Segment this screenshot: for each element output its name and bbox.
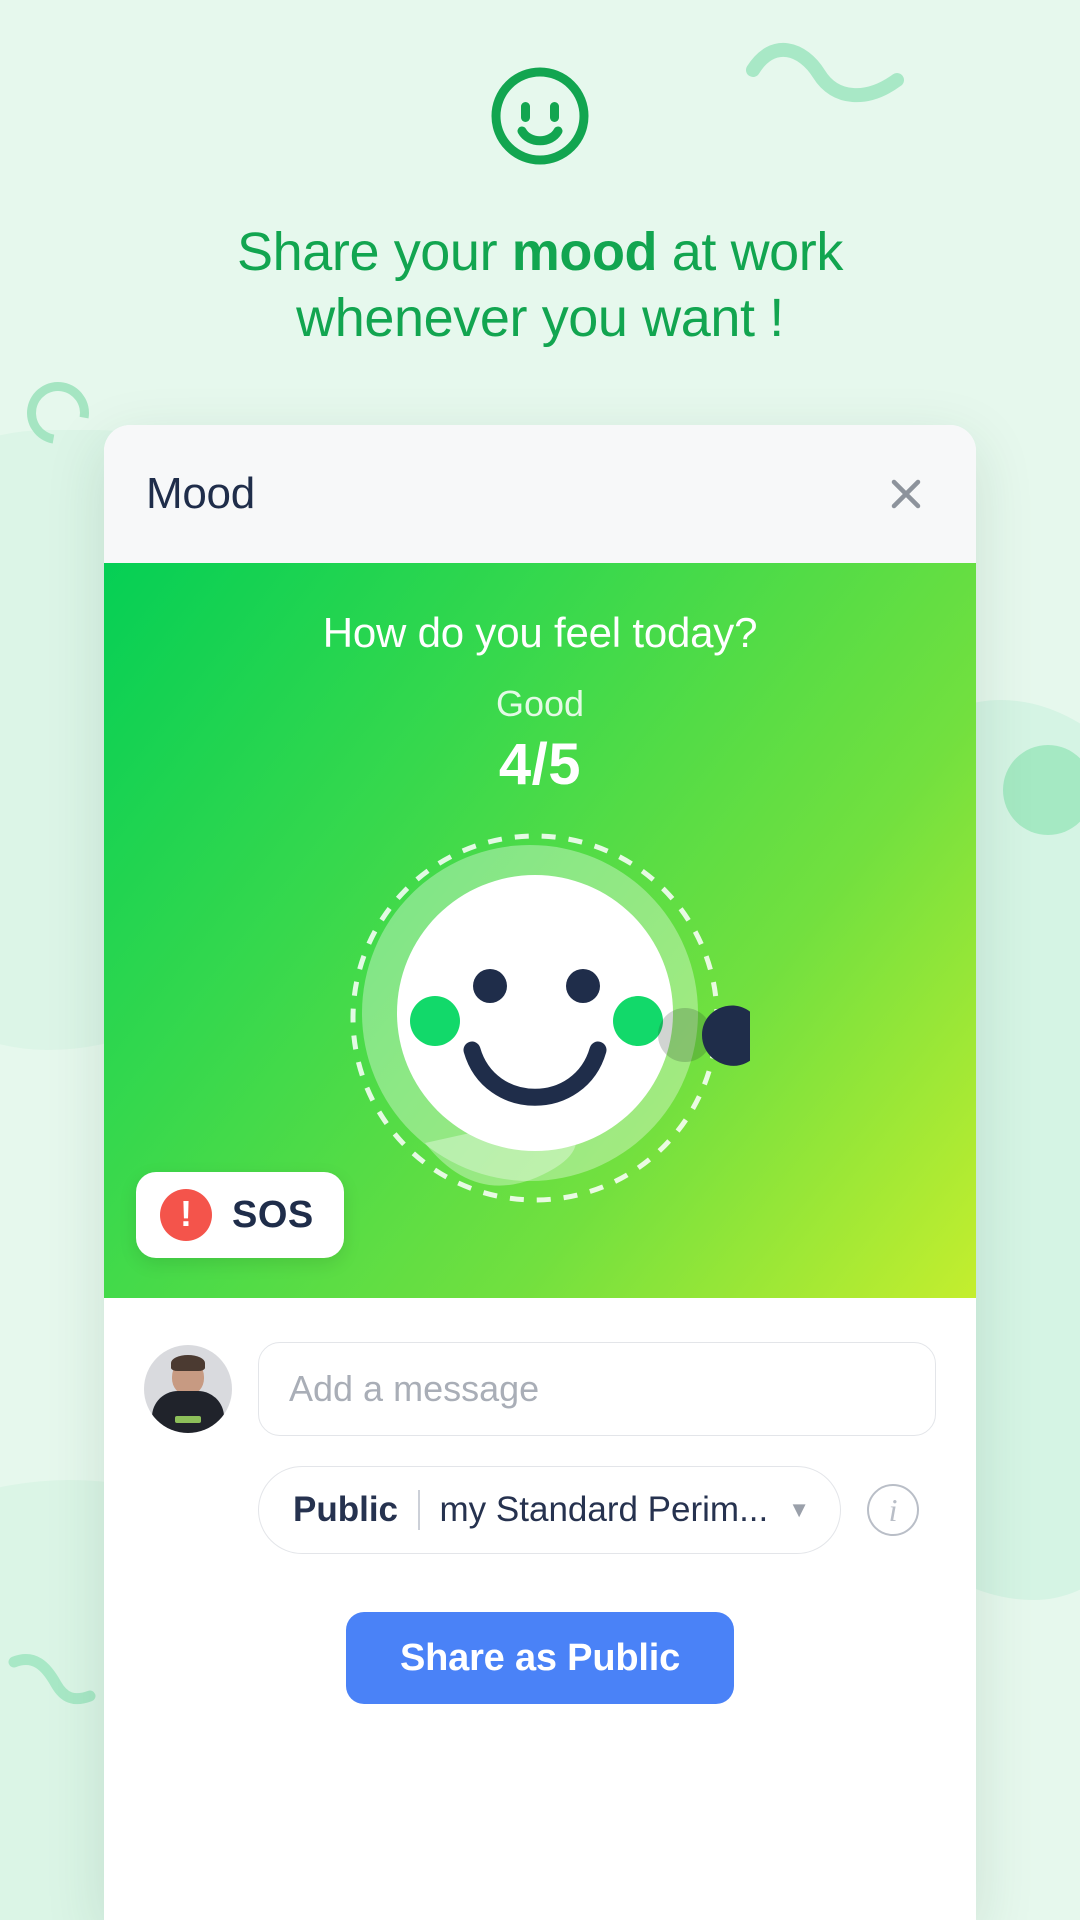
avatar[interactable] — [144, 1345, 232, 1433]
happy-face-icon — [350, 833, 763, 1203]
message-row — [144, 1342, 936, 1436]
hero-title-line2: whenever you want ! — [296, 287, 784, 348]
mood-question: How do you feel today? — [322, 609, 758, 656]
privacy-divider — [418, 1490, 420, 1530]
chevron-down-icon: ▼ — [788, 1497, 811, 1522]
mood-label: Good — [495, 683, 585, 724]
info-icon[interactable]: i — [867, 1484, 920, 1536]
hero-title-line1-part1: Share your — [237, 222, 512, 282]
hero-title-highlight: mood — [511, 222, 658, 282]
mood-face-selector[interactable] — [330, 813, 763, 1233]
avatar-shirt-logo — [175, 1416, 201, 1423]
sos-label: SOS — [232, 1193, 314, 1236]
sos-alert-icon: ! — [160, 1189, 212, 1241]
hero-section: Share your mood at work whenever you wan… — [0, 0, 1080, 352]
mood-score: 4/5 — [498, 732, 582, 797]
modal-title: Mood — [146, 469, 255, 518]
hero-title-line1-part2: at work — [657, 222, 844, 282]
avatar-hair — [171, 1355, 205, 1371]
compose-section: Public my Standard Perim... ▼ i Share as… — [104, 1298, 976, 1920]
close-button[interactable] — [878, 466, 934, 522]
mood-modal-card: Mood How do you feel today? Good 4/5 ! S… — [104, 425, 976, 1920]
page-title: Share your mood at work whenever you wan… — [0, 220, 1080, 352]
smiley-face-icon — [491, 67, 589, 165]
avatar-body — [152, 1391, 224, 1433]
modal-header: Mood — [104, 425, 976, 563]
share-button-container: Share as Public — [144, 1612, 936, 1704]
privacy-perimeter-label: my Standard Perim... — [439, 1490, 769, 1529]
decorative-squiggle-bottom — [8, 1654, 96, 1705]
share-as-public-button[interactable]: Share as Public — [345, 1612, 734, 1704]
mood-panel: How do you feel today? Good 4/5 ! SOS — [104, 563, 976, 1298]
sos-button[interactable]: ! SOS — [136, 1172, 344, 1258]
close-icon — [891, 479, 921, 509]
privacy-select[interactable]: Public my Standard Perim... ▼ — [258, 1466, 842, 1554]
message-input[interactable] — [258, 1342, 936, 1436]
privacy-row: Public my Standard Perim... ▼ i — [144, 1466, 936, 1554]
privacy-scope-label: Public — [293, 1490, 399, 1529]
